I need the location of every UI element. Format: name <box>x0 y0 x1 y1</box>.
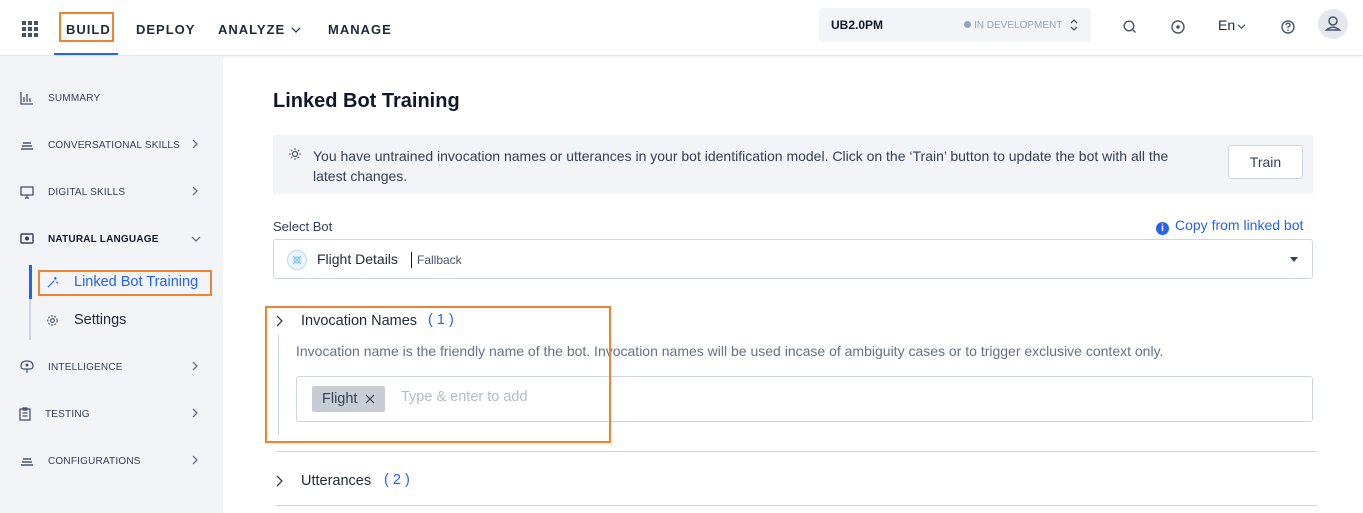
sidebar-item-label: NATURAL LANGUAGE <box>48 234 159 245</box>
nav-analyze-label: ANALYZE <box>218 22 286 37</box>
bar-chart-icon <box>20 92 33 105</box>
selected-bot-type: Fallback <box>417 253 462 267</box>
sidebar-item-label: DIGITAL SKILLS <box>48 187 126 198</box>
selected-bot-name: Flight Details <box>317 251 398 267</box>
sidebar-item-summary[interactable]: SUMMARY <box>0 82 223 114</box>
bot-selector[interactable]: UB2.0PM IN DEVELOPMENT <box>819 8 1091 42</box>
chevron-down-icon <box>191 236 201 242</box>
sidebar-item-conversational-skills[interactable]: CONVERSATIONAL SKILLS <box>0 129 223 161</box>
user-icon <box>1324 16 1342 31</box>
sidebar-subitem-label: Settings <box>74 312 127 328</box>
help-icon[interactable] <box>1279 18 1297 36</box>
language-selector[interactable]: En <box>1218 17 1246 33</box>
chevron-down-icon <box>1237 24 1246 30</box>
copy-link-label: Copy from linked bot <box>1175 217 1304 233</box>
sidebar-item-digital-skills[interactable]: DIGITAL SKILLS <box>0 176 223 208</box>
chevron-down-icon <box>291 27 301 33</box>
untrained-banner: You have untrained invocation names or u… <box>273 135 1313 194</box>
sidebar-item-label: TESTING <box>45 409 90 420</box>
apps-grid-icon[interactable] <box>22 21 38 37</box>
clipboard-icon <box>19 407 31 421</box>
chevron-right-icon <box>192 139 198 149</box>
nl-chat-icon <box>20 233 34 244</box>
sidebar-item-natural-language[interactable]: NATURAL LANGUAGE <box>0 223 223 255</box>
caret-down-icon <box>1290 257 1298 262</box>
nav-deploy[interactable]: DEPLOY <box>136 22 195 37</box>
section-divider <box>276 451 1317 452</box>
bot-status-text: IN DEVELOPMENT <box>974 20 1063 31</box>
compass-icon[interactable] <box>1169 18 1187 36</box>
utterances-count: ( 2 ) <box>384 472 410 488</box>
bot-avatar-icon <box>287 250 307 270</box>
status-dot-icon <box>964 21 971 28</box>
monitor-icon <box>20 186 34 199</box>
linked-bot-training-highlight-box <box>38 270 212 296</box>
train-button[interactable]: Train <box>1228 145 1303 179</box>
chevron-right-icon <box>192 455 198 465</box>
chevron-right-icon <box>192 408 198 418</box>
bot-name-separator <box>411 252 412 268</box>
search-icon[interactable] <box>1121 18 1139 36</box>
sidebar-item-configurations[interactable]: CONFIGURATIONS <box>0 445 223 477</box>
sidebar-item-label: CONVERSATIONAL SKILLS <box>48 140 181 151</box>
nav-build[interactable]: BUILD <box>66 22 111 37</box>
sidebar-item-label: CONFIGURATIONS <box>48 456 141 467</box>
nav-analyze[interactable]: ANALYZE <box>218 22 301 37</box>
brain-icon <box>20 360 34 373</box>
copy-from-linked-bot-link[interactable]: i Copy from linked bot <box>1156 217 1303 235</box>
top-bar: BUILD DEPLOY ANALYZE MANAGE UB2.0PM IN D… <box>0 0 1363 56</box>
avatar[interactable] <box>1318 9 1348 39</box>
build-active-underline <box>54 53 118 55</box>
layers-icon <box>21 142 33 150</box>
select-bot-dropdown[interactable]: Flight Details Fallback <box>273 239 1313 279</box>
chevron-right-icon <box>276 475 283 487</box>
lightbulb-icon <box>289 148 301 160</box>
sidebar-item-label: SUMMARY <box>48 93 101 104</box>
chevron-right-icon <box>192 186 198 196</box>
sidebar-item-label: INTELLIGENCE <box>48 362 123 373</box>
gear-icon <box>47 315 58 326</box>
bot-name: UB2.0PM <box>831 18 884 32</box>
submenu-active-indicator <box>29 265 32 299</box>
bot-status: IN DEVELOPMENT <box>964 20 1062 31</box>
sidebar-item-intelligence[interactable]: INTELLIGENCE <box>0 351 223 383</box>
layers-icon <box>21 458 33 466</box>
info-icon: i <box>1156 222 1169 235</box>
select-bot-label: Select Bot <box>273 219 333 234</box>
invocation-names-highlight-box <box>265 306 611 443</box>
chevron-right-icon <box>192 361 198 371</box>
utterances-header[interactable]: Utterances ( 2 ) <box>275 470 435 494</box>
nav-manage[interactable]: MANAGE <box>328 22 392 37</box>
banner-text: You have untrained invocation names or u… <box>313 148 1169 184</box>
page-title: Linked Bot Training <box>273 90 460 112</box>
section-divider <box>276 505 1317 506</box>
language-label: En <box>1218 17 1236 33</box>
sidebar-item-testing[interactable]: TESTING <box>0 398 223 430</box>
utterances-label: Utterances <box>301 473 372 489</box>
up-down-chevron-icon <box>1070 19 1078 31</box>
